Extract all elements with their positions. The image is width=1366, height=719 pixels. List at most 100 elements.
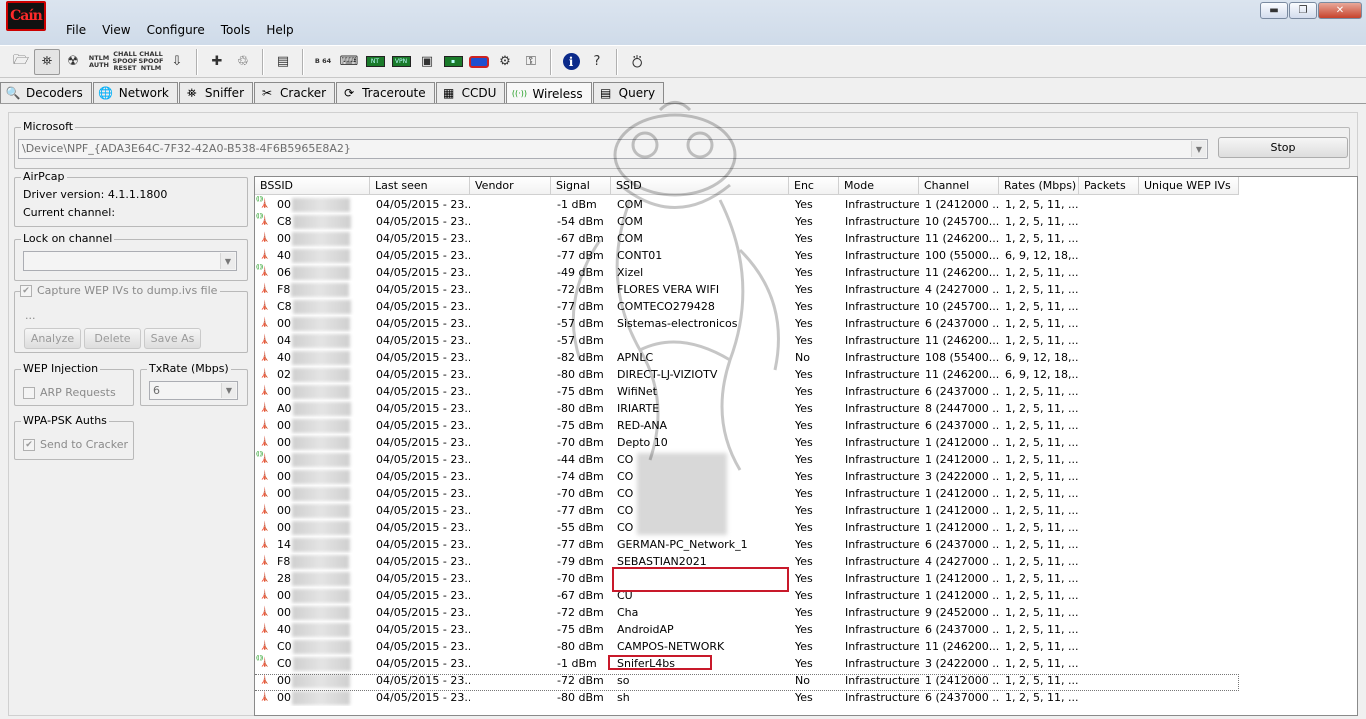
antenna-icon: 🗼 [256, 213, 271, 228]
monitor-icon-1[interactable]: NT [362, 49, 388, 75]
base64-icon[interactable]: B 64 [310, 49, 336, 75]
tab-query[interactable]: ▤ Query [592, 82, 665, 103]
table-row[interactable]: 🗼 04 04/05/2015 - 23... -57 dBm Yes Infrastru… [255, 332, 1079, 349]
about-icon[interactable]: i [558, 49, 584, 75]
menu-file[interactable]: File [58, 20, 94, 40]
remove-icon[interactable]: ♲ [230, 49, 256, 75]
cell-last-seen: 04/05/2015 - 23... [376, 453, 470, 466]
column-header-rates-mbps[interactable]: Rates (Mbps) [999, 177, 1079, 195]
cell-vendor [470, 553, 551, 570]
cell-enc: Yes [795, 487, 813, 500]
tab-network[interactable]: 🌐 Network [92, 82, 178, 103]
start-sniffer-icon[interactable]: ⛯ [34, 48, 60, 75]
analyze-button[interactable]: Analyze [24, 328, 81, 349]
column-header-ssid[interactable]: SSID [611, 177, 789, 195]
table-row[interactable]: 🗼 06 04/05/2015 - 23... -49 dBm Xizel Yes Infr… [255, 264, 1079, 281]
close-button[interactable]: ✕ [1318, 2, 1362, 19]
cell-rates: 1, 2, 5, 11, ... [1005, 334, 1079, 347]
ntlm-auth-icon[interactable]: NTLM AUTH [86, 49, 112, 75]
column-header-mode[interactable]: Mode [839, 177, 919, 195]
tab-cracker[interactable]: ✂ Cracker [254, 82, 336, 103]
column-header-unique-wep-ivs[interactable]: Unique WEP IVs [1139, 177, 1239, 195]
column-header-last-seen[interactable]: Last seen [370, 177, 470, 195]
cell-mode: Infrastructure [845, 470, 919, 483]
monitor-icon-3[interactable]: ▪ [440, 49, 466, 75]
table-row[interactable]: 🗼 00 04/05/2015 - 23... -80 dBm sh Yes Infrast… [255, 689, 1079, 706]
help-icon[interactable]: ? [584, 49, 610, 75]
table-row[interactable]: 🗼 00 04/05/2015 - 23... -57 dBm Sistemas-ele… [255, 315, 1079, 332]
table-row[interactable]: 🗼 00 04/05/2015 - 23... -1 dBm COM Yes Infrast… [255, 196, 1079, 213]
tab-traceroute[interactable]: ⟳ Traceroute [336, 82, 435, 103]
column-header-vendor[interactable]: Vendor [470, 177, 551, 195]
menu-configure[interactable]: Configure [139, 20, 213, 40]
table-row[interactable]: 🗼 00 04/05/2015 - 23... -75 dBm WifiNet Yes In… [255, 383, 1079, 400]
column-header-channel[interactable]: Channel [919, 177, 999, 195]
arp-requests-checkbox[interactable]: ARP Requests [23, 386, 116, 399]
table-row[interactable]: 🗼 C8 04/05/2015 - 23... -77 dBm COMTECO27942… [255, 298, 1079, 315]
add-icon[interactable]: ✚ [204, 49, 230, 75]
routing-icon[interactable] [466, 49, 492, 75]
stop-button[interactable]: Stop [1218, 137, 1348, 158]
maximize-button[interactable]: ❐ [1289, 2, 1317, 19]
table-row[interactable]: 🗼 A0 04/05/2015 - 23... -80 dBm IRIARTE Yes In… [255, 400, 1079, 417]
table-row[interactable]: 🗼 00 04/05/2015 - 23... -72 dBm Cha Yes Infras… [255, 604, 1079, 621]
menu-tools[interactable]: Tools [213, 20, 259, 40]
table-row[interactable]: 🗼 00 04/05/2015 - 23... -70 dBm Depto 10 Yes I… [255, 434, 1079, 451]
tab-wireless[interactable]: ((·)) Wireless [506, 82, 592, 104]
password-key-icon[interactable]: ⚿ [518, 49, 544, 75]
cell-rates: 1, 2, 5, 11, ... [1005, 504, 1079, 517]
cell-rates: 1, 2, 5, 11, ... [1005, 623, 1079, 636]
menu-help[interactable]: Help [258, 20, 301, 40]
open-folder-icon[interactable]: 🗁 [8, 49, 34, 75]
cell-channel: 1 (2412000 ... [925, 521, 999, 534]
minimize-button[interactable]: ▬ [1260, 2, 1288, 19]
table-row[interactable]: 🗼 00 04/05/2015 - 23... -67 dBm COM Yes Infras… [255, 230, 1079, 247]
chevron-down-icon[interactable]: ▼ [220, 253, 235, 269]
menu-view[interactable]: View [94, 20, 138, 40]
column-header-enc[interactable]: Enc [789, 177, 839, 195]
table-row[interactable]: 🗼 40 04/05/2015 - 23... -82 dBm APNLC No Infra… [255, 349, 1079, 366]
cell-last-seen: 04/05/2015 - 23... [376, 504, 470, 517]
chevron-down-icon[interactable]: ▼ [221, 383, 236, 398]
hash-calculator-icon[interactable]: ⌨ [336, 49, 362, 75]
bssid-text: 00 [277, 419, 291, 432]
txrate-select[interactable]: 6 ▼ [149, 381, 238, 400]
adapter-select[interactable]: \Device\NPF_{ADA3E64C-7F32-42A0-B538-4F6… [18, 139, 1208, 159]
lock-channel-select[interactable]: ▼ [23, 251, 237, 271]
network-ip-icon[interactable]: ⚙ [492, 49, 518, 75]
monitor-icon-2[interactable]: VPN [388, 49, 414, 75]
tab-decoders[interactable]: 🔍 Decoders [0, 82, 92, 103]
radiation-icon[interactable]: ☢ [60, 49, 86, 75]
table-row[interactable]: 🗼 40 04/05/2015 - 23... -77 dBm CONT01 Yes Inf… [255, 247, 1079, 264]
table-row[interactable]: 🗼 14 04/05/2015 - 23... -77 dBm GERMAN-PC_Ne… [255, 536, 1079, 553]
table-row[interactable]: 🗼 C8 04/05/2015 - 23... -54 dBm COM Yes Infras… [255, 213, 1079, 230]
chevron-down-icon[interactable]: ▼ [1191, 141, 1206, 157]
delete-button[interactable]: Delete [84, 328, 141, 349]
cell-last-seen: 04/05/2015 - 23... [376, 385, 470, 398]
network-download-icon[interactable]: ⇩ [164, 49, 190, 75]
rdp-icon[interactable]: ▣ [414, 49, 440, 75]
bssid-text: 00 [277, 453, 291, 466]
bssid-text: 00 [277, 232, 291, 245]
send-to-cracker-checkbox[interactable]: ✔ Send to Cracker [23, 438, 128, 451]
challenge-spoof-ntlm-icon[interactable]: CHALL SPOOF NTLM [138, 49, 164, 75]
cell-enc: Yes [795, 368, 813, 381]
cell-ssid: Cha [617, 606, 639, 619]
column-header-signal[interactable]: Signal [551, 177, 611, 195]
access-points-table[interactable]: BSSID Last seen Vendor Signal SSID Enc Mode Cha… [254, 176, 1358, 716]
table-row[interactable]: 🗼 00 04/05/2015 - 23... -75 dBm RED-ANA Yes In… [255, 417, 1079, 434]
capture-wep-ivs-checkbox[interactable]: ✔ Capture WEP IVs to dump.ivs file [20, 284, 221, 297]
certificate-icon[interactable]: ▤ [270, 49, 296, 75]
table-row[interactable]: 🗼 40 04/05/2015 - 23... -75 dBm AndroidAP Yes… [255, 621, 1079, 638]
antenna-icon: 🗼 [259, 335, 271, 345]
exit-icon[interactable]: ⛣ [624, 49, 650, 75]
column-header-bssid[interactable]: BSSID [255, 177, 370, 195]
table-row[interactable]: 🗼 F8 04/05/2015 - 23... -72 dBm FLORES VERA … [255, 281, 1079, 298]
tab-ccdu[interactable]: ▦ CCDU [435, 82, 506, 103]
save-as-button[interactable]: Save As [144, 328, 201, 349]
column-header-packets[interactable]: Packets [1079, 177, 1139, 195]
challenge-spoof-reset-icon[interactable]: CHALL SPOOF RESET [112, 49, 138, 75]
table-row[interactable]: 🗼 02 04/05/2015 - 23... -80 dBm DIRECT-LJ-VI… [255, 366, 1079, 383]
tab-sniffer[interactable]: ⛯ Sniffer [178, 82, 253, 103]
table-row[interactable]: 🗼 C0 04/05/2015 - 23... -80 dBm CAMPOS-NETWO… [255, 638, 1079, 655]
